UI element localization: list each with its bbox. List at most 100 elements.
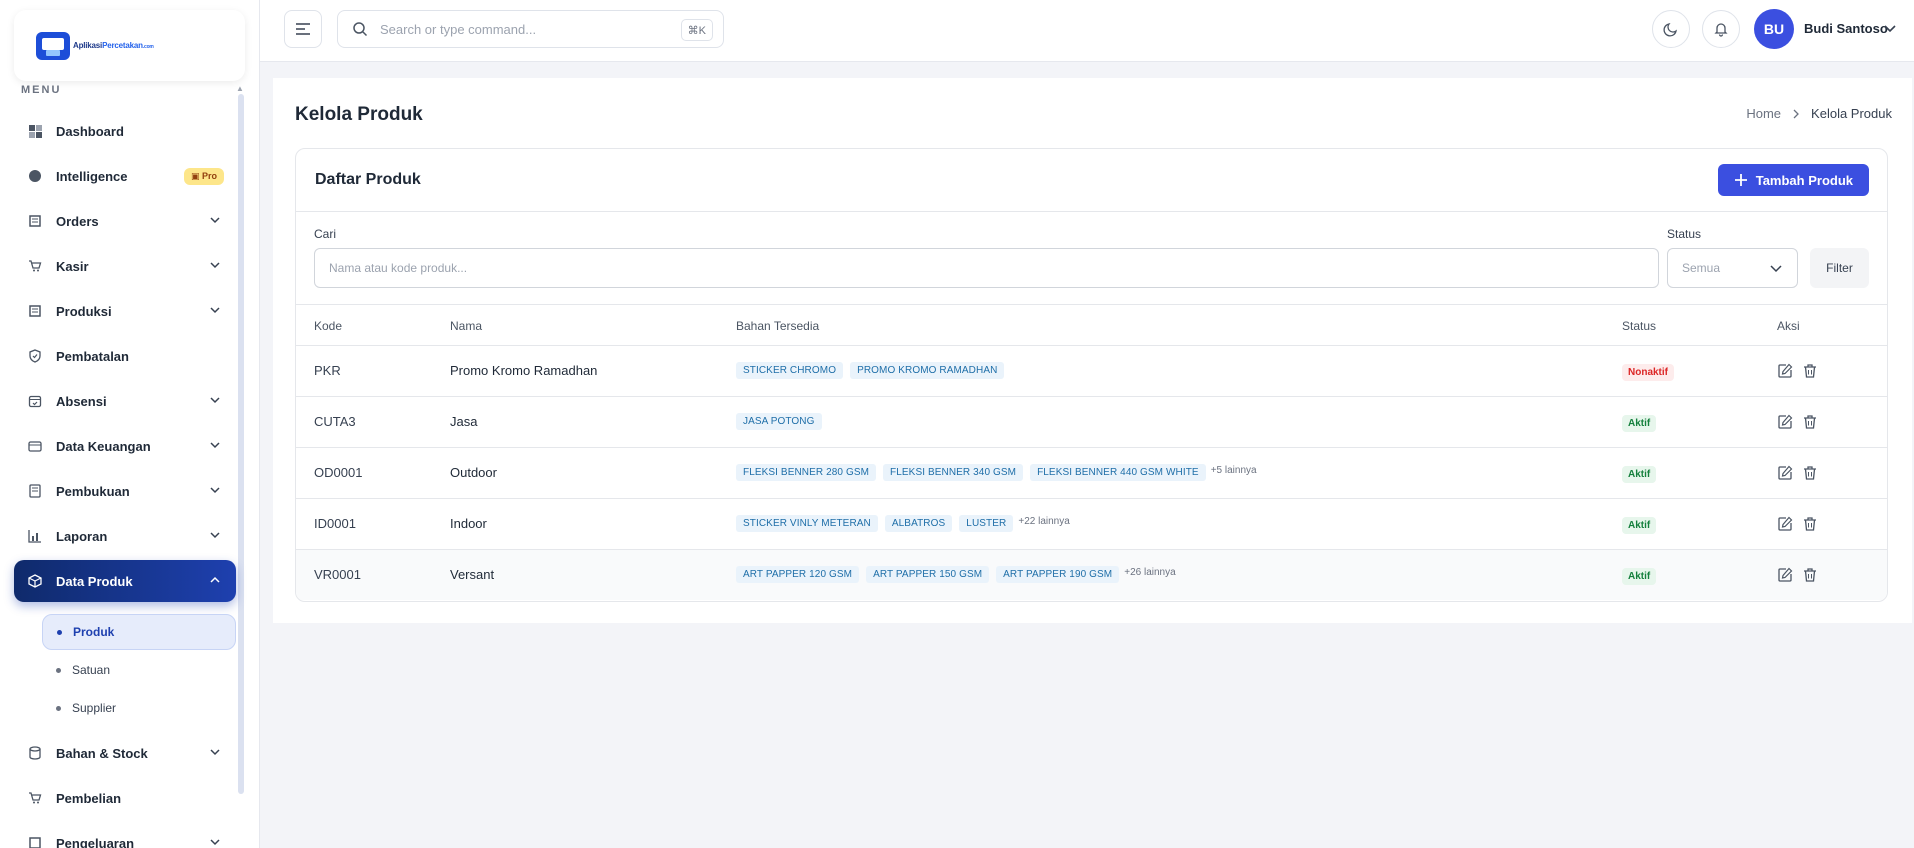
shield-icon [28,349,42,363]
sidebar-item-absensi[interactable]: Absensi [14,380,236,422]
column-header-aksi: Aksi [1777,319,1800,333]
hamburger-icon [296,23,310,35]
trash-icon[interactable] [1802,465,1818,481]
material-chip: ART PAPPER 150 GSM [866,566,990,583]
brain-icon [28,169,42,183]
sidebar-item-dashboard[interactable]: Dashboard [14,110,236,152]
bullet-dot-icon [56,705,61,711]
column-header-kode: Kode [314,319,343,333]
user-name[interactable]: Budi Santoso [1804,21,1888,36]
filter-button[interactable]: Filter [1810,248,1869,288]
chevron-down-icon [210,262,220,269]
production-icon [28,304,42,318]
sidebar-item-data-produk[interactable]: Data Produk [14,560,236,602]
sidebar-item-label: Pembatalan [56,348,129,364]
sidebar-scrollbar[interactable] [238,94,244,794]
edit-icon[interactable] [1777,567,1793,583]
product-search-input[interactable]: Nama atau kode produk... [314,248,1659,288]
more-materials-count: +5 lainnya [1210,465,1257,476]
command-search-input[interactable]: Search or type command... ⌘K [337,10,724,48]
status-badge: Nonaktif [1622,364,1674,381]
page-title: Kelola Produk [295,104,423,125]
sidebar-item-data-keuangan[interactable]: Data Keuangan [14,425,236,467]
product-name: Versant [450,567,495,582]
trash-icon[interactable] [1802,363,1818,379]
sidebar-item-intelligence[interactable]: Intelligence ▣ Pro [14,155,236,197]
sidebar-subitem-label: Produk [73,625,115,639]
notifications-button[interactable] [1702,10,1740,48]
product-code: ID0001 [314,516,356,531]
sidebar-item-produksi[interactable]: Produksi [14,290,236,332]
material-chips: JASA POTONG [736,413,822,430]
more-materials-count: +26 lainnya [1124,567,1176,578]
moon-icon [1663,23,1677,37]
status-select[interactable]: Semua [1667,248,1798,288]
status-label: Status [1667,227,1702,241]
breadcrumb: Home Kelola Produk [1746,106,1892,121]
table-row: OD0001 Outdoor FLEKSI BENNER 280 GSM FLE… [296,447,1887,498]
product-name: Promo Kromo Ramadhan [450,363,598,378]
receipt-icon [28,836,42,848]
material-chips: ART PAPPER 120 GSM ART PAPPER 150 GSM AR… [736,566,1176,583]
sidebar-item-pembatalan[interactable]: Pembatalan [14,335,236,377]
calendar-check-icon [28,394,42,408]
product-code: VR0001 [314,567,361,582]
edit-icon[interactable] [1777,465,1793,481]
material-chip: FLEKSI BENNER 340 GSM [883,464,1024,481]
edit-icon[interactable] [1777,516,1793,532]
menu-toggle-button[interactable] [284,10,322,48]
column-header-nama: Nama [450,319,483,333]
status-select-value: Semua [1682,261,1721,275]
edit-icon[interactable] [1777,363,1793,379]
column-header-status: Status [1622,319,1657,333]
sidebar-subitem-supplier[interactable]: Supplier [42,690,236,726]
main-content: Kelola Produk Home Kelola Produk Daftar … [273,78,1912,623]
chevron-down-icon [210,839,220,846]
menu-section-label: MENU [21,84,62,96]
divider [296,304,1887,305]
sidebar-item-pembelian[interactable]: Pembelian [14,777,236,819]
cart-icon [28,791,42,805]
material-chip: FLEKSI BENNER 280 GSM [736,464,877,481]
trash-icon[interactable] [1802,516,1818,532]
card-title: Daftar Produk [315,171,421,188]
search-placeholder: Nama atau kode produk... [329,261,468,275]
app-logo[interactable]: AplikasiPercetakan.com [14,10,245,81]
box-icon [28,574,42,588]
sidebar-item-label: Bahan & Stock [56,745,148,761]
sidebar-item-kasir[interactable]: Kasir [14,245,236,287]
theme-toggle-button[interactable] [1652,10,1690,48]
sidebar-item-label: Orders [56,213,99,229]
plus-icon [1734,174,1747,186]
sidebar-item-label: Kasir [56,258,89,274]
breadcrumb-home[interactable]: Home [1746,106,1781,121]
status-badge: Aktif [1622,415,1657,432]
product-name: Outdoor [450,465,497,480]
sidebar-item-laporan[interactable]: Laporan [14,515,236,557]
status-badge: Aktif [1622,466,1657,483]
material-chip: JASA POTONG [736,413,822,430]
trash-icon[interactable] [1802,567,1818,583]
sidebar-item-orders[interactable]: Orders [14,200,236,242]
scroll-up-arrow-icon[interactable]: ▲ [236,84,244,93]
user-avatar[interactable]: BU [1754,9,1794,49]
sidebar-item-bahan-stock[interactable]: Bahan & Stock [14,732,236,774]
product-code: OD0001 [314,465,363,480]
product-name: Indoor [450,516,487,531]
material-chip: STICKER VINLY METERAN [736,515,878,532]
add-product-button[interactable]: Tambah Produk [1717,164,1869,196]
chevron-down-icon [210,442,220,449]
sidebar-subitem-satuan[interactable]: Satuan [42,652,236,688]
search-icon [353,22,368,37]
chevron-down-icon [210,397,220,404]
sidebar-subitem-produk[interactable]: Produk [42,614,236,650]
edit-icon[interactable] [1777,414,1793,430]
sidebar: AplikasiPercetakan.com MENU ▲ Dashboard … [0,0,260,848]
status-badge: Aktif [1622,568,1657,585]
chevron-down-icon[interactable] [1883,22,1897,36]
bullet-dot-icon [56,667,61,673]
sidebar-item-pengeluaran[interactable]: Pengeluaran [14,822,236,848]
sidebar-item-pembukuan[interactable]: Pembukuan [14,470,236,512]
material-chips: STICKER CHROMO PROMO KROMO RAMADHAN [736,362,1005,379]
trash-icon[interactable] [1802,414,1818,430]
